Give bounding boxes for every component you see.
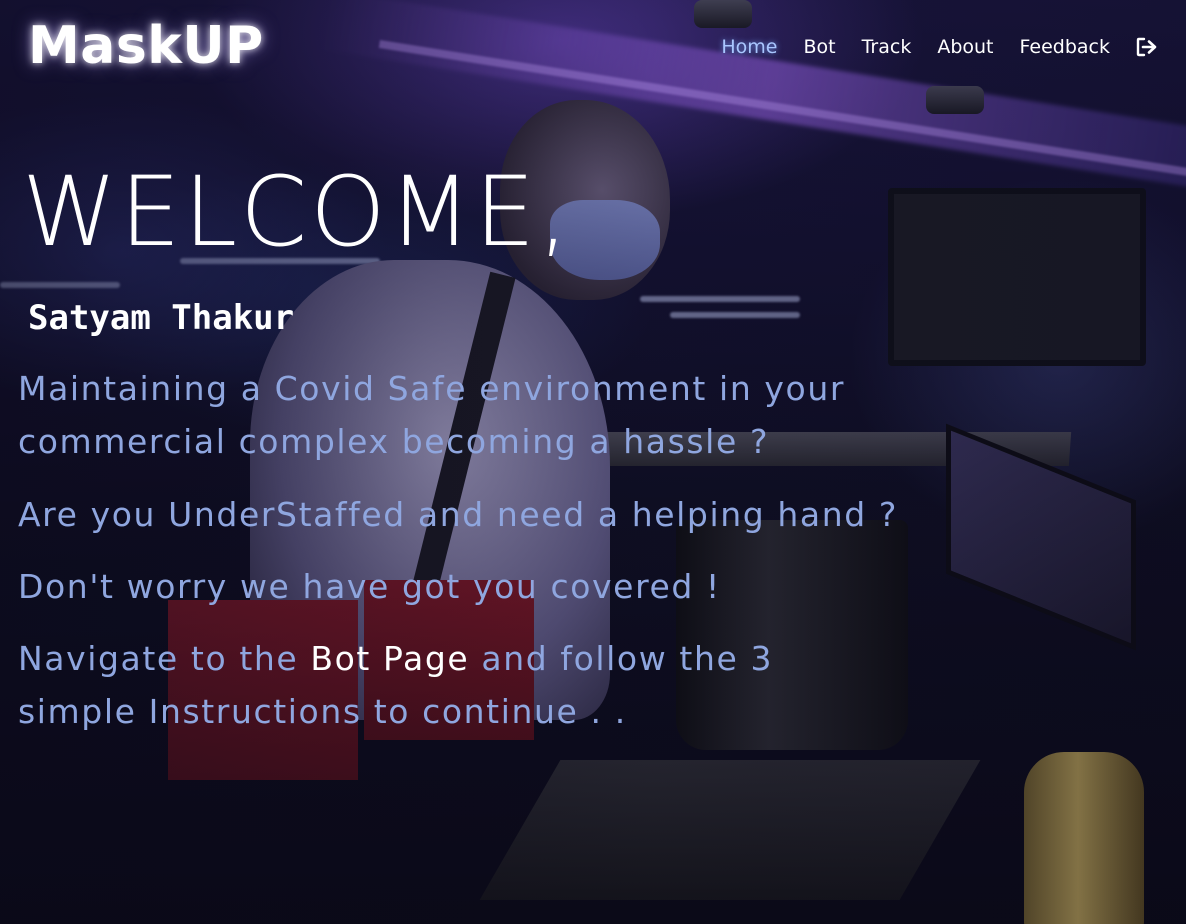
- message-navigate: Navigate to the Bot Page and follow the …: [18, 632, 898, 738]
- user-name: Satyam Thakur: [28, 298, 295, 338]
- message-understaffed: Are you UnderStaffed and need a helping …: [18, 495, 899, 534]
- nav-home[interactable]: Home: [721, 36, 777, 58]
- message-navigate-prefix: Navigate to the: [18, 639, 311, 678]
- sign-out-icon[interactable]: [1136, 37, 1158, 57]
- nav-feedback[interactable]: Feedback: [1020, 36, 1110, 58]
- message-hassle: Maintaining a Covid Safe environment in …: [18, 369, 846, 461]
- main-nav: Home Bot Track About Feedback: [721, 36, 1158, 58]
- welcome-heading: WELCOME,: [22, 156, 572, 268]
- nav-bot[interactable]: Bot: [804, 36, 836, 58]
- message-covered: Don't worry we have got you covered !: [18, 567, 721, 606]
- logo[interactable]: MaskUP: [28, 16, 264, 76]
- nav-about[interactable]: About: [937, 36, 993, 58]
- bot-page-link[interactable]: Bot Page: [310, 639, 469, 678]
- nav-track[interactable]: Track: [862, 36, 912, 58]
